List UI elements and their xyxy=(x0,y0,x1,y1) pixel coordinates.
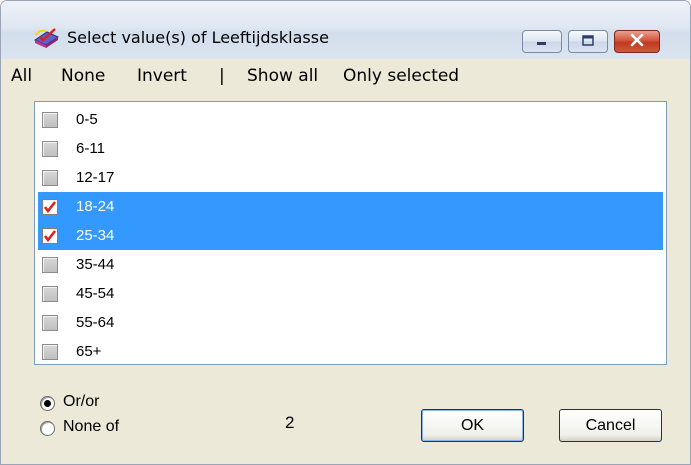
list-item-label: 45-54 xyxy=(76,285,115,302)
list-item-label: 55-64 xyxy=(76,314,115,331)
list-item[interactable]: 6-11 xyxy=(38,134,663,163)
list-item[interactable]: 45-54 xyxy=(38,279,663,308)
list-item[interactable]: 18-24 xyxy=(38,192,663,221)
ok-button-label: OK xyxy=(460,416,485,434)
checkbox[interactable] xyxy=(42,170,58,186)
radio-none-of-label[interactable]: None of xyxy=(63,418,119,436)
list-item-label: 25-34 xyxy=(76,227,115,244)
radio-or-label[interactable]: Or/or xyxy=(63,393,99,411)
list-item-label: 65+ xyxy=(76,343,102,360)
checkbox[interactable] xyxy=(42,344,58,360)
checkbox[interactable] xyxy=(42,257,58,273)
title-bar[interactable]: Select value(s) of Leeftijdsklasse xyxy=(1,1,690,59)
radio-selected-dot xyxy=(44,400,51,407)
list-item-label: 6-11 xyxy=(76,140,105,157)
minimize-button[interactable] xyxy=(522,30,562,53)
radio-or[interactable] xyxy=(40,396,55,411)
close-icon xyxy=(629,32,645,51)
close-button[interactable] xyxy=(614,30,660,53)
maximize-icon xyxy=(581,32,595,51)
minimize-icon xyxy=(535,32,549,51)
checkbox[interactable] xyxy=(42,286,58,302)
checkbox[interactable] xyxy=(42,228,58,244)
list-item[interactable]: 12-17 xyxy=(38,163,663,192)
list-item[interactable]: 55-64 xyxy=(38,308,663,337)
menu-separator: | xyxy=(219,66,225,86)
value-list[interactable]: 0-5 6-11 12-17 18-24 25-34 35-44 45-54 5… xyxy=(34,101,667,365)
list-item-label: 0-5 xyxy=(76,111,98,128)
list-item-label: 18-24 xyxy=(76,198,115,215)
list-item[interactable]: 65+ xyxy=(38,337,663,366)
selected-count: 2 xyxy=(285,413,295,432)
check-mark-icon xyxy=(43,201,57,214)
checkbox[interactable] xyxy=(42,112,58,128)
app-icon xyxy=(32,25,60,49)
window-title: Select value(s) of Leeftijdsklasse xyxy=(67,28,329,47)
menu-only-selected[interactable]: Only selected xyxy=(343,66,459,86)
menu-bar: All None Invert | Show all Only selected xyxy=(1,59,690,91)
list-item[interactable]: 35-44 xyxy=(38,250,663,279)
menu-invert[interactable]: Invert xyxy=(137,66,187,86)
cancel-button[interactable]: Cancel xyxy=(559,409,662,442)
ok-button[interactable]: OK xyxy=(421,409,524,442)
menu-none[interactable]: None xyxy=(61,66,105,86)
list-item-label: 35-44 xyxy=(76,256,115,273)
cancel-button-label: Cancel xyxy=(585,416,636,434)
checkbox[interactable] xyxy=(42,199,58,215)
list-item[interactable]: 25-34 xyxy=(38,221,663,250)
check-mark-icon xyxy=(43,230,57,243)
list-item[interactable]: 0-5 xyxy=(38,105,663,134)
list-item-label: 12-17 xyxy=(76,169,115,186)
maximize-button[interactable] xyxy=(568,30,608,53)
radio-none-of[interactable] xyxy=(40,421,55,436)
menu-show-all[interactable]: Show all xyxy=(247,66,318,86)
checkbox[interactable] xyxy=(42,315,58,331)
checkbox[interactable] xyxy=(42,141,58,157)
menu-all[interactable]: All xyxy=(11,66,32,86)
dialog-window: Select value(s) of Leeftijdsklasse All N… xyxy=(0,0,691,465)
